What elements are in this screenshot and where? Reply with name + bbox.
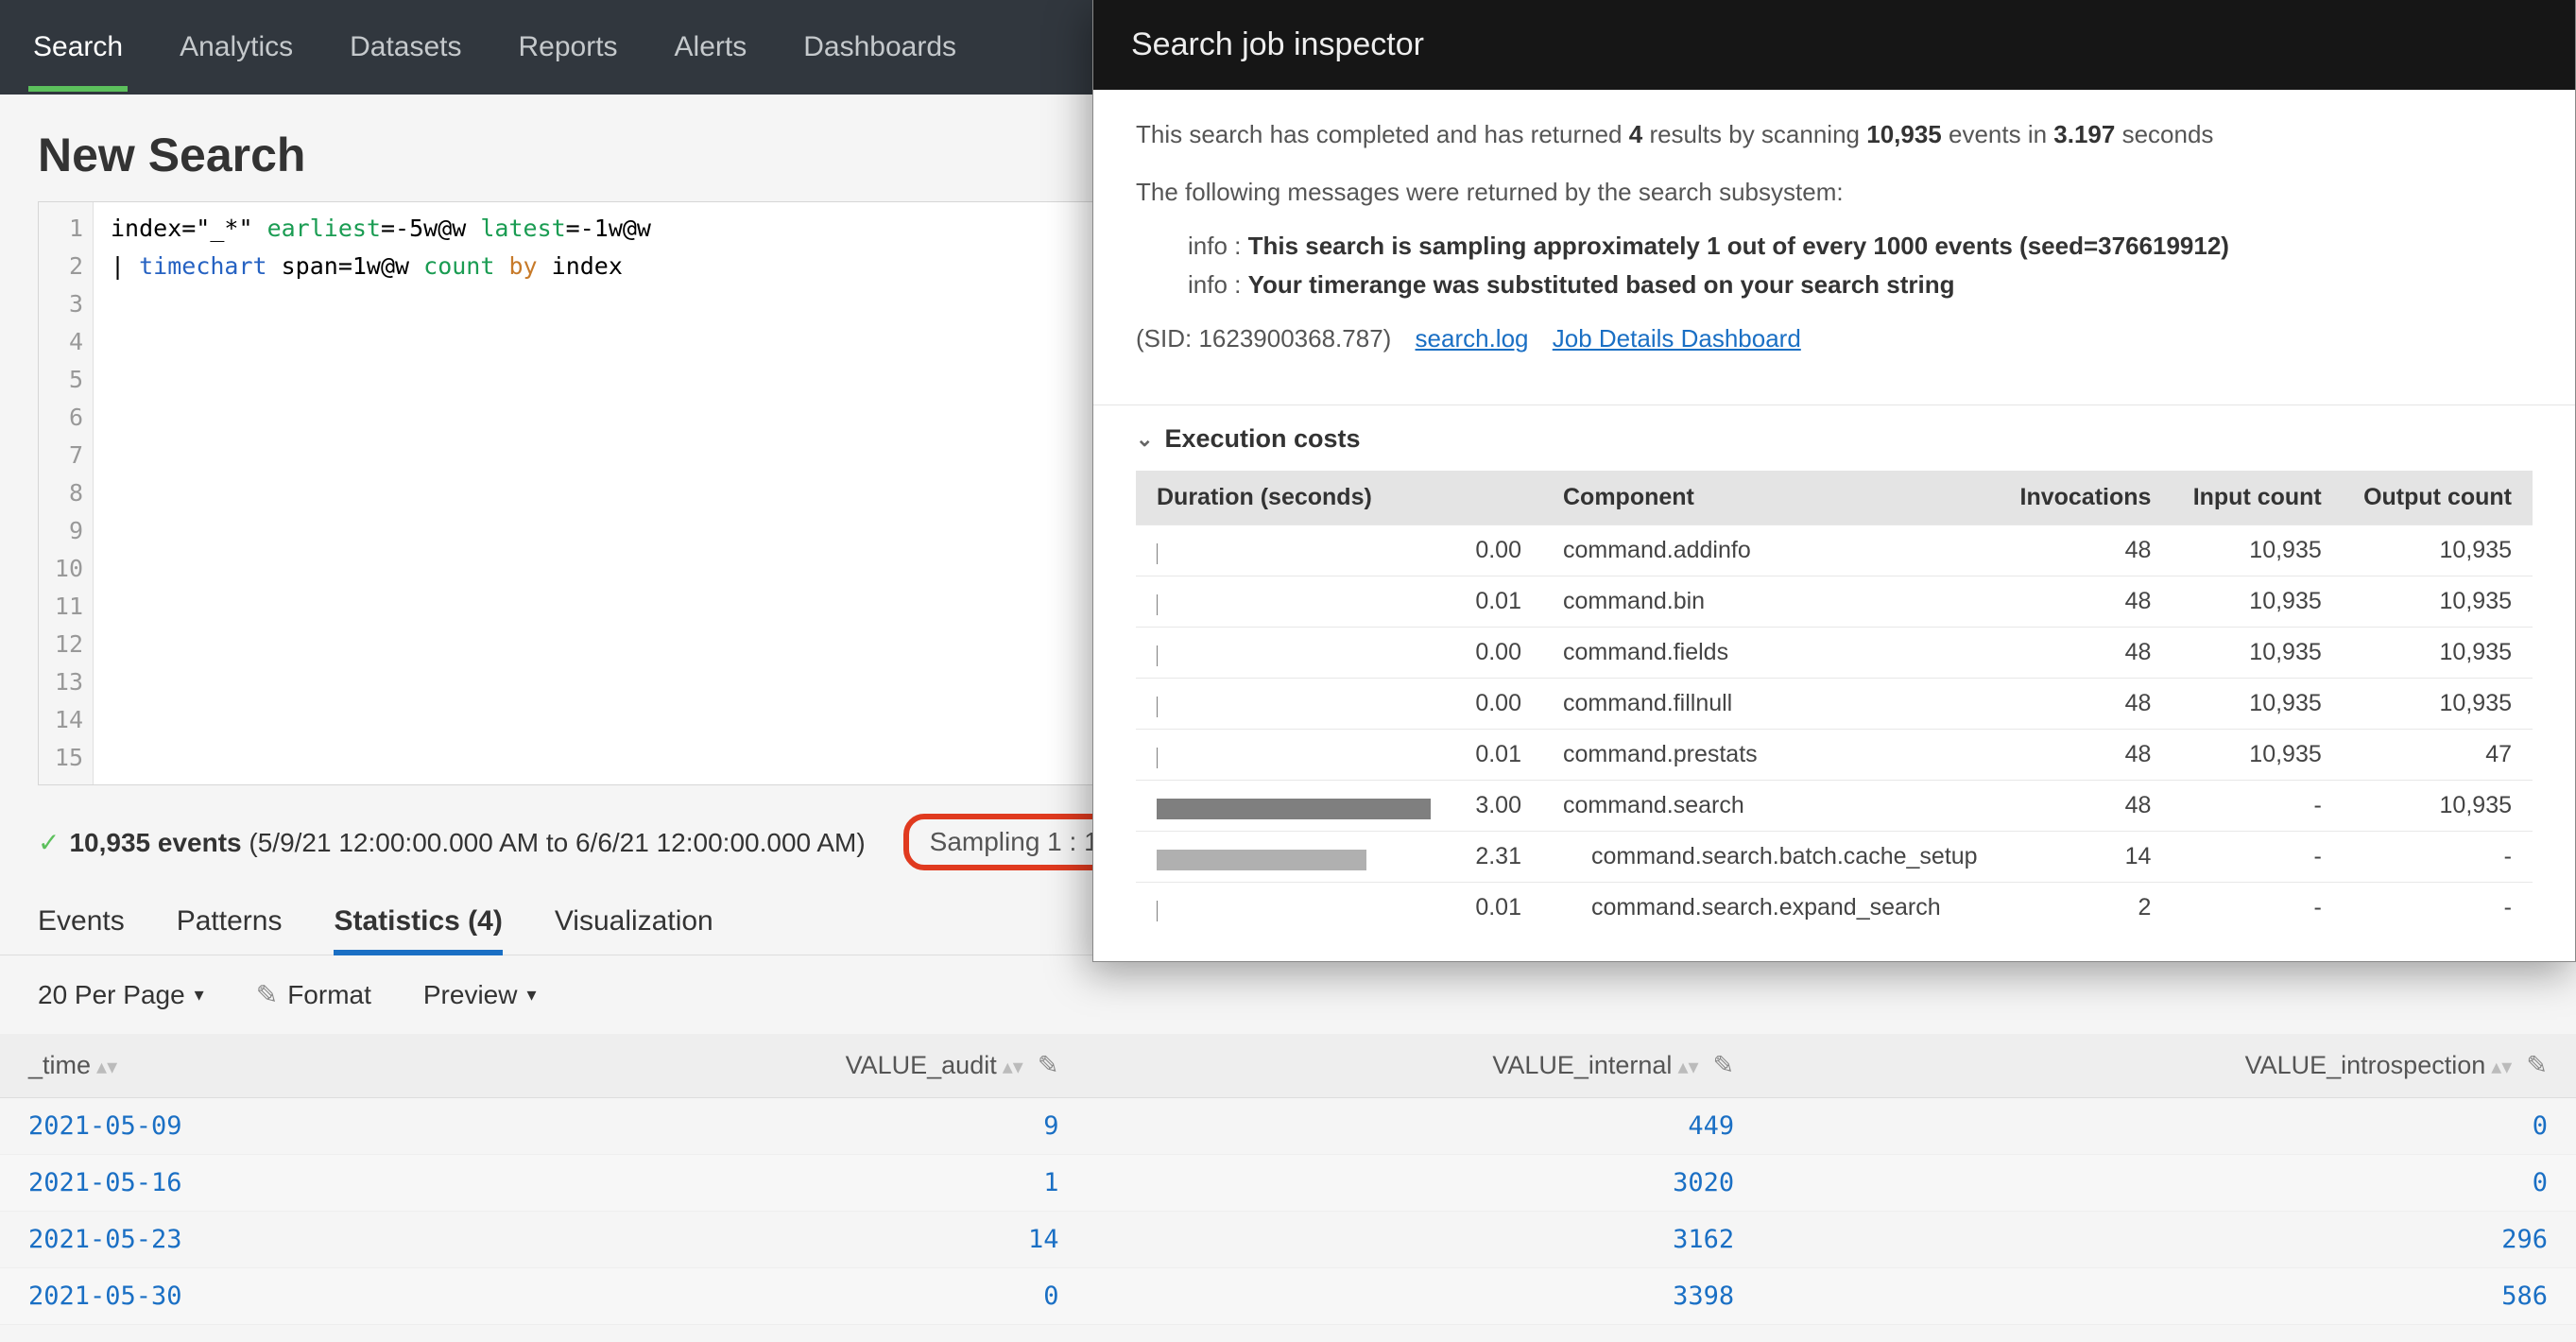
check-icon: ✓ [38,828,60,857]
nav-tab-analytics[interactable]: Analytics [175,3,298,92]
nav-tab-dashboards[interactable]: Dashboards [799,3,961,92]
pencil-icon[interactable]: ✎ [1713,1051,1735,1079]
exec-row: 0.01command.prestats4810,93547 [1136,730,2533,781]
editor-gutter: 123456789101112131415 [39,202,94,784]
exec-row: 0.00command.addinfo4810,93510,935 [1136,525,2533,576]
table-row[interactable]: 2021-05-23143162296 [0,1212,2576,1268]
chevron-down-icon: ▾ [526,983,536,1006]
pencil-icon[interactable]: ✎ [1038,1051,1059,1079]
nav-tab-search[interactable]: Search [28,3,128,92]
col-audit[interactable]: VALUE_audit▴▾ ✎ [476,1034,1088,1098]
col-input[interactable]: Input count [2172,471,2342,525]
exec-row: 3.00command.search48-10,935 [1136,781,2533,832]
table-row[interactable]: 2021-05-0994490 [0,1098,2576,1155]
col-component[interactable]: Component [1542,471,1999,525]
execution-costs-toggle[interactable]: ⌄ Execution costs [1136,424,2533,454]
sort-icon: ▴▾ [1003,1062,1023,1072]
link-search-log[interactable]: search.log [1416,324,1529,353]
inspector-title: Search job inspector [1093,0,2575,90]
col-invocations[interactable]: Invocations [1999,471,2172,525]
events-count: ✓10,935 events (5/9/21 12:00:00.000 AM t… [38,827,866,858]
pencil-icon[interactable]: ✎ [2526,1051,2548,1079]
exec-row: 0.01command.search.expand_search2-- [1136,883,2533,934]
nav-tab-reports[interactable]: Reports [514,3,623,92]
exec-row: 0.00command.fillnull4810,93510,935 [1136,679,2533,730]
pencil-icon: ✎ [256,979,278,1010]
nav-tab-alerts[interactable]: Alerts [670,3,752,92]
tab-events[interactable]: Events [38,894,125,955]
col-introspection[interactable]: VALUE_introspection▴▾ ✎ [1762,1034,2576,1098]
info-message: info : This search is sampling approxima… [1188,232,2533,261]
nav-tab-datasets[interactable]: Datasets [345,3,466,92]
results-toolbar: 20 Per Page▾ ✎Format Preview▾ [0,955,2576,1034]
sort-icon: ▴▾ [96,1062,117,1072]
messages-intro: The following messages were returned by … [1136,174,2533,211]
chevron-down-icon: ⌄ [1136,427,1153,452]
preview-dropdown[interactable]: Preview▾ [423,980,537,1010]
statistics-table: _time▴▾ VALUE_audit▴▾ ✎ VALUE_internal▴▾… [0,1034,2576,1325]
sid-row: (SID: 1623900368.787) search.log Job Det… [1136,320,2533,357]
exec-row: 0.01command.bin4810,93510,935 [1136,576,2533,628]
info-message: info : Your timerange was substituted ba… [1188,270,2533,300]
col-output[interactable]: Output count [2343,471,2533,525]
sort-icon: ▴▾ [2491,1062,2512,1072]
job-inspector-panel: Search job inspector This search has com… [1092,0,2576,962]
tab-patterns[interactable]: Patterns [177,894,283,955]
exec-row: 0.00command.fields4810,93510,935 [1136,628,2533,679]
tab-visualization[interactable]: Visualization [555,894,713,955]
link-job-details[interactable]: Job Details Dashboard [1553,324,1801,353]
sort-icon: ▴▾ [1677,1062,1698,1072]
table-row[interactable]: 2021-05-3003398586 [0,1268,2576,1325]
summary-line: This search has completed and has return… [1136,116,2533,153]
format-dropdown[interactable]: ✎Format [256,979,371,1010]
execution-costs-table: Duration (seconds) Component Invocations… [1136,471,2533,933]
col-duration[interactable]: Duration (seconds) [1136,471,1542,525]
tab-statistics[interactable]: Statistics (4) [334,894,502,955]
col-time[interactable]: _time▴▾ [0,1034,476,1098]
col-internal[interactable]: VALUE_internal▴▾ ✎ [1087,1034,1762,1098]
chevron-down-icon: ▾ [195,983,204,1006]
per-page-dropdown[interactable]: 20 Per Page▾ [38,980,204,1010]
exec-row: 2.31command.search.batch.cache_setup14-- [1136,832,2533,883]
execution-costs-section: ⌄ Execution costs Duration (seconds) Com… [1093,405,2575,961]
inspector-summary: This search has completed and has return… [1093,90,2575,405]
table-row[interactable]: 2021-05-16130200 [0,1155,2576,1212]
